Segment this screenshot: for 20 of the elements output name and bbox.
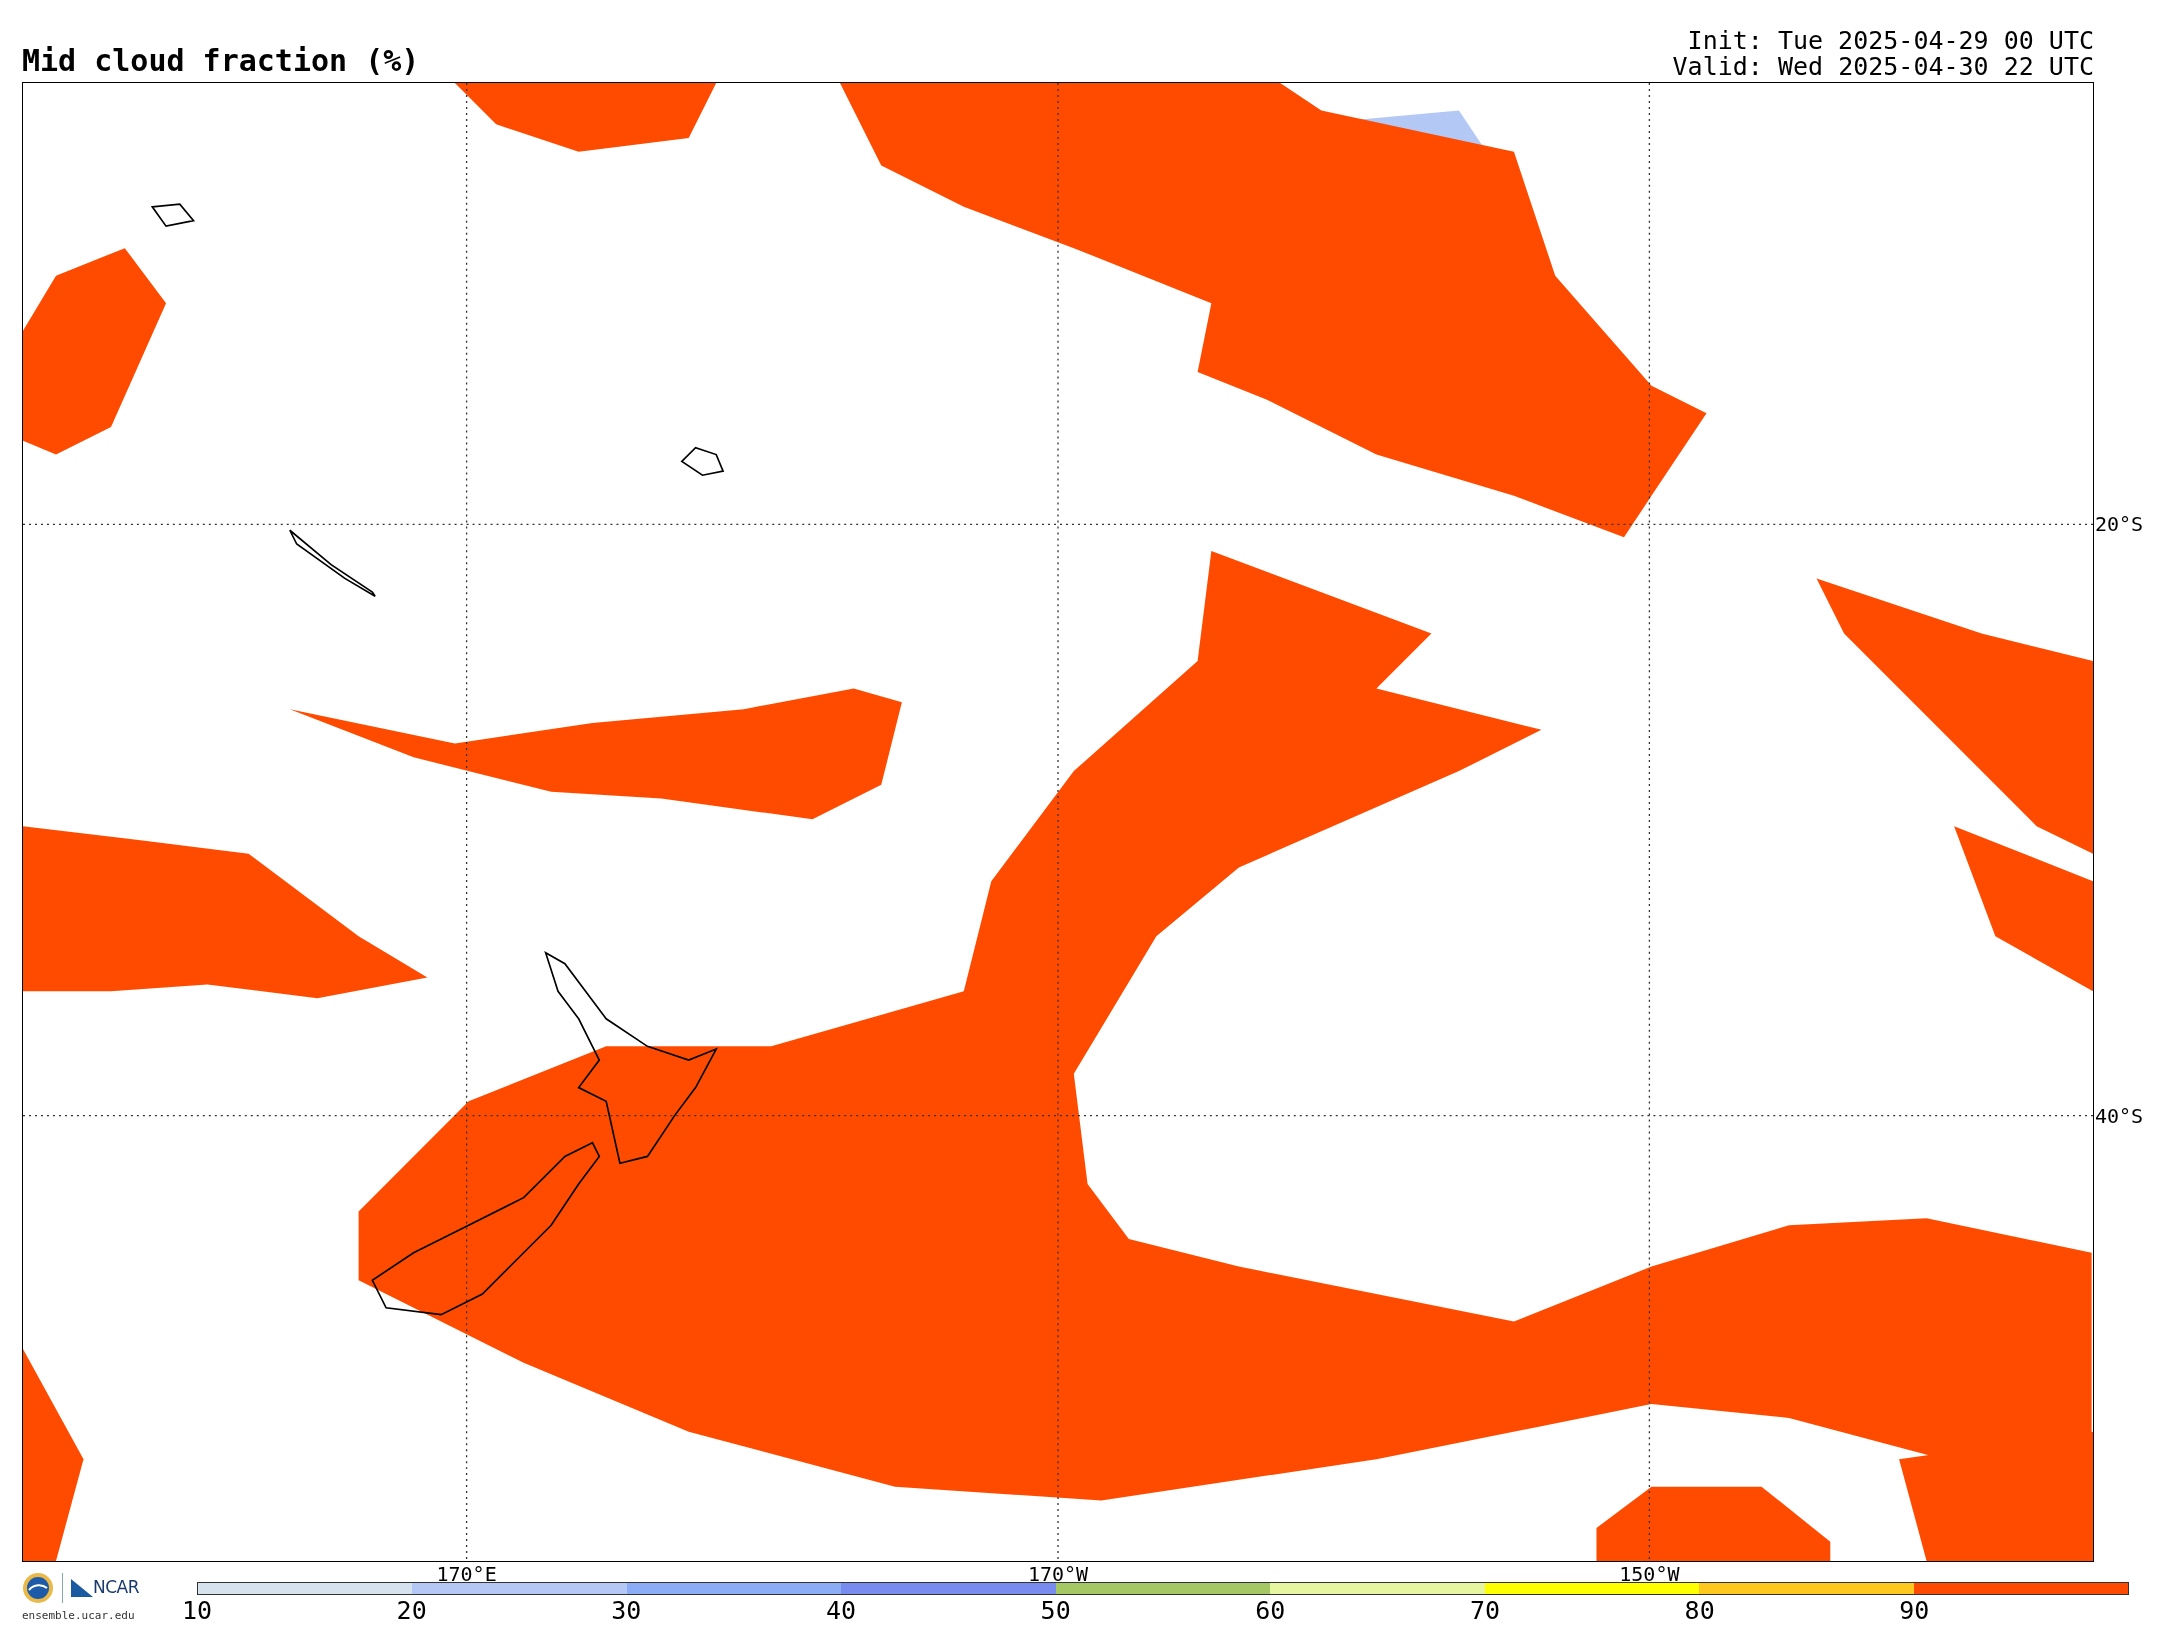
logo-text: NCAR <box>93 1576 140 1600</box>
globe-seal-icon <box>22 1572 54 1604</box>
tick-label: 80 <box>1684 1598 1715 1623</box>
tick-label: 30 <box>611 1598 642 1623</box>
latitude-label: 40°S <box>2094 1105 2144 1126</box>
longitude-label: 150°W <box>1619 1564 1680 1584</box>
tick-label: 60 <box>1255 1598 1286 1623</box>
longitude-label: 170°E <box>436 1564 497 1584</box>
tick-label: 20 <box>396 1598 427 1623</box>
run-time-label: Init: Tue 2025-04-29 00 UTC <box>1686 30 2094 52</box>
tick-label: 90 <box>1899 1598 1930 1623</box>
tick-label: 70 <box>1469 1598 1501 1623</box>
run-time-label: Valid: Wed 2025-04-30 22 UTC <box>1672 56 2094 78</box>
triangle-logo-icon <box>71 1579 93 1597</box>
tick-label: 40 <box>825 1598 857 1623</box>
longitude-label: 170°W <box>1027 1564 1089 1584</box>
latitude-label: 20°S <box>2094 514 2144 535</box>
tick-label: 50 <box>1040 1598 1071 1623</box>
chart-title: Mid cloud fraction (%) <box>22 46 420 76</box>
tick-label: 10 <box>181 1598 213 1623</box>
